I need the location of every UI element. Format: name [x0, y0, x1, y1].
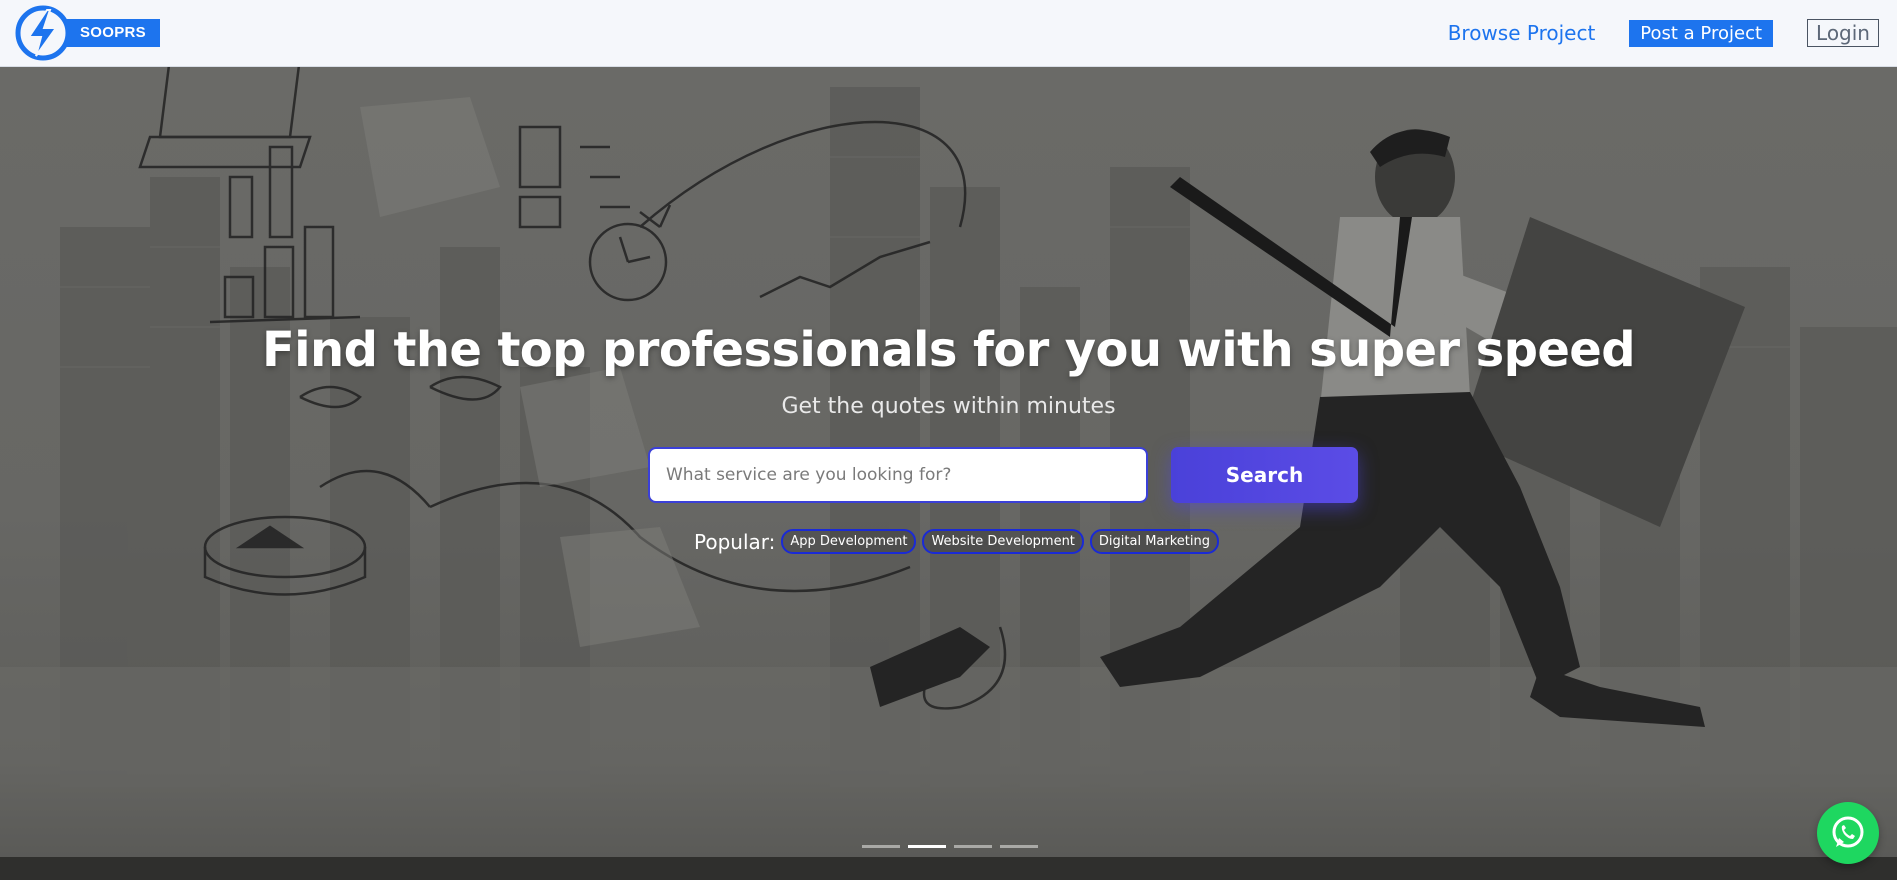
hero-subheadline: Get the quotes within minutes	[781, 394, 1116, 419]
hero-banner: Find the top professionals for you with …	[0, 67, 1897, 880]
whatsapp-icon	[1832, 816, 1864, 848]
popular-chip-website-development[interactable]: Website Development	[922, 529, 1084, 554]
popular-label: Popular:	[694, 529, 776, 554]
hero-headline: Find the top professionals for you with …	[261, 322, 1636, 378]
logo-bolt-icon	[15, 5, 71, 61]
popular-chip-app-development[interactable]: App Development	[781, 529, 917, 554]
carousel-dot[interactable]	[862, 845, 900, 848]
carousel-dot-active[interactable]	[908, 845, 946, 848]
post-project-button[interactable]: Post a Project	[1629, 19, 1774, 47]
popular-tags: Popular: App Development Website Develop…	[694, 529, 1225, 554]
login-button[interactable]: Login	[1807, 19, 1879, 47]
search-button[interactable]: Search	[1171, 447, 1358, 503]
hero-content: Find the top professionals for you with …	[0, 67, 1897, 880]
whatsapp-chat-button[interactable]	[1817, 802, 1879, 864]
carousel-indicators	[862, 845, 1038, 848]
brand-logo[interactable]: SOOPRS	[14, 4, 160, 62]
service-search-input[interactable]	[648, 447, 1148, 503]
main-nav: Browse Project Post a Project Login	[1448, 19, 1879, 47]
carousel-dot[interactable]	[954, 845, 992, 848]
brand-name: SOOPRS	[66, 19, 160, 47]
site-header: SOOPRS Browse Project Post a Project Log…	[0, 0, 1897, 67]
carousel-dot[interactable]	[1000, 845, 1038, 848]
browse-project-link[interactable]: Browse Project	[1448, 21, 1596, 45]
popular-chip-digital-marketing[interactable]: Digital Marketing	[1089, 529, 1220, 554]
